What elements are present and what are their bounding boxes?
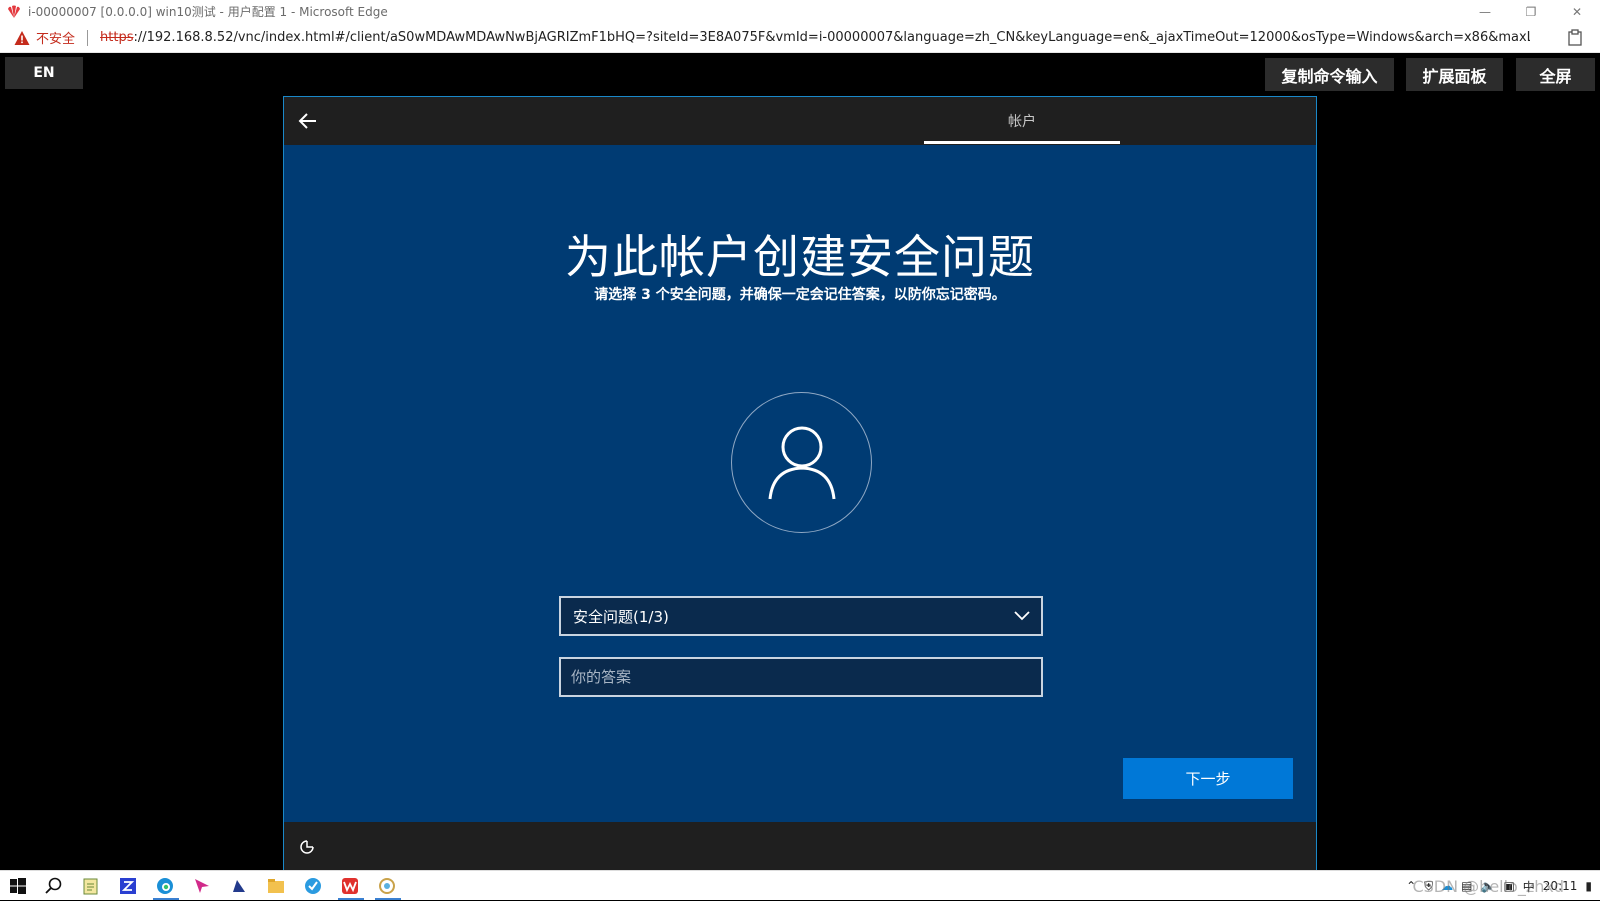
edge-browser-icon[interactable] — [155, 876, 175, 896]
keyboard-language-button[interactable]: EN — [5, 57, 83, 89]
windows-taskbar: ⌃ ⛨ ☁ ▤ 🔈 ▣ 中 20:11 ▮ CSDN @hello_zhxd — [0, 870, 1600, 900]
expand-panel-button[interactable]: 扩展面板 — [1406, 58, 1503, 91]
next-button[interactable]: 下一步 — [1123, 758, 1293, 799]
avatar — [731, 392, 872, 533]
vnc-toolbar: EN 复制命令输入 扩展面板 全屏 — [0, 53, 1600, 97]
address-separator — [87, 29, 89, 46]
insecure-label[interactable]: 不安全 — [36, 28, 75, 47]
oobe-header: 帐户 — [284, 97, 1316, 145]
clipboard-icon[interactable] — [1568, 29, 1582, 46]
vm-screen[interactable]: 帐户 为此帐户创建安全问题 请选择 3 个安全问题，并确保一定会记住答案，以防你… — [283, 96, 1317, 870]
security-question-select[interactable]: 安全问题(1/3) — [559, 596, 1043, 636]
fullscreen-button[interactable]: 全屏 — [1516, 58, 1595, 91]
warning-icon[interactable] — [14, 30, 30, 46]
page-subtitle: 请选择 3 个安全问题，并确保一定会记住答案，以防你忘记密码。 — [594, 287, 1006, 303]
watermark: CSDN @hello_zhxd — [1412, 877, 1564, 896]
copy-command-input-button[interactable]: 复制命令输入 — [1265, 58, 1394, 91]
wps-office-icon[interactable] — [340, 876, 360, 896]
chevron-down-icon — [1014, 611, 1030, 621]
close-icon[interactable]: ✕ — [1554, 0, 1600, 23]
tab-account: 帐户 — [1008, 114, 1036, 130]
restore-icon[interactable]: ❐ — [1508, 0, 1554, 23]
security-answer-input[interactable] — [559, 657, 1043, 697]
window-title: i-00000007 [0.0.0.0] win10测试 - 用户配置 1 - … — [28, 5, 388, 19]
security-question-value: 安全问题(1/3) — [573, 607, 669, 626]
browser-titlebar: i-00000007 [0.0.0.0] win10测试 - 用户配置 1 - … — [0, 0, 1600, 23]
app-arrow-icon[interactable] — [192, 876, 212, 896]
app-z-icon[interactable] — [118, 876, 138, 896]
search-icon[interactable] — [44, 876, 64, 896]
minimize-icon[interactable]: — — [1462, 0, 1508, 23]
app-check-icon[interactable] — [303, 876, 323, 896]
window-controls: — ❐ ✕ — [1462, 0, 1600, 23]
app-blue-icon[interactable] — [229, 876, 249, 896]
address-bar[interactable]: 不安全 https://192.168.8.52/vnc/index.html#… — [0, 23, 1600, 53]
url-rest: ://192.168.8.52/vnc/index.html#/client/a… — [133, 30, 1531, 45]
tab-underline — [924, 141, 1120, 144]
app-monitor-icon[interactable] — [377, 876, 397, 896]
notepad-icon[interactable] — [81, 876, 101, 896]
windows-start-icon[interactable] — [8, 876, 28, 896]
notification-icon[interactable]: ▮ — [1585, 879, 1592, 893]
file-explorer-icon[interactable] — [266, 876, 286, 896]
accessibility-icon[interactable] — [298, 838, 316, 856]
url-scheme: https — [100, 30, 134, 45]
oobe-footer — [284, 822, 1316, 870]
url-text[interactable]: https://192.168.8.52/vnc/index.html#/cli… — [100, 30, 1530, 45]
page-title: 为此帐户创建安全问题 — [565, 230, 1035, 284]
back-arrow-icon[interactable] — [296, 109, 320, 133]
user-icon — [768, 426, 835, 499]
huawei-logo-icon — [8, 5, 20, 18]
